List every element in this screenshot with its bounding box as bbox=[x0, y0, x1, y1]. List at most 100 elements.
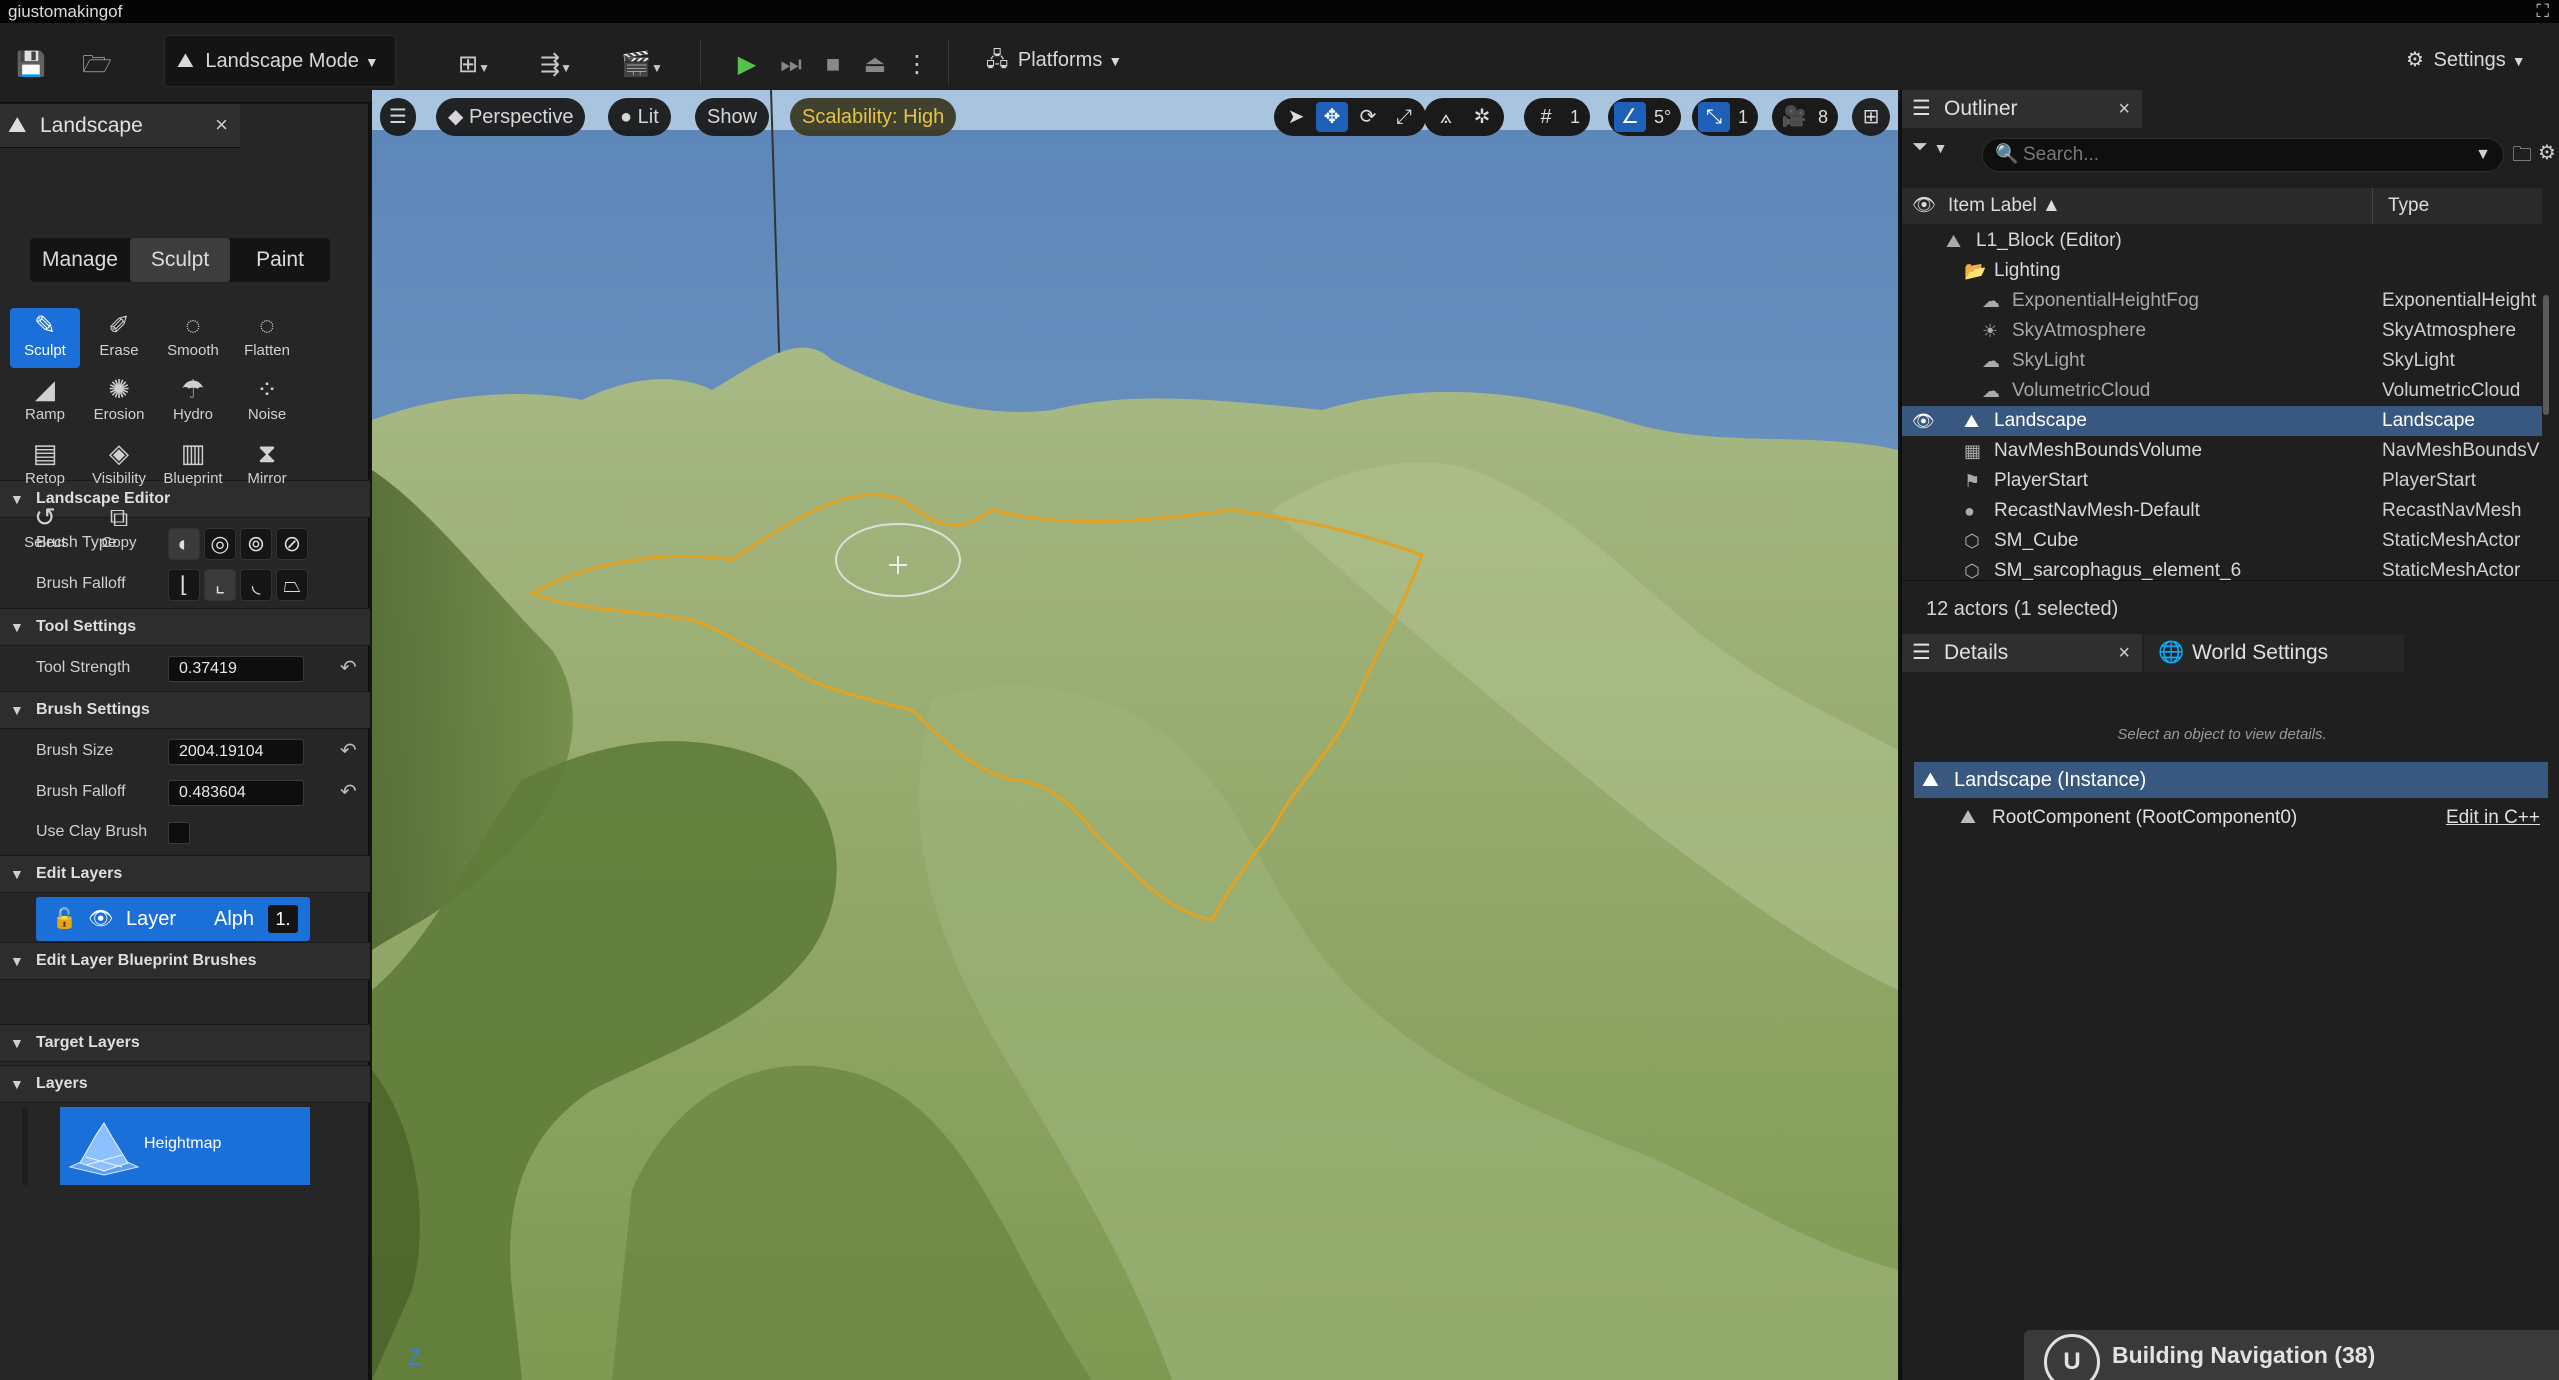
eject-icon[interactable]: ⏏ bbox=[860, 51, 890, 79]
outliner-row[interactable]: ● RecastNavMesh-Default RecastNavMesh bbox=[1902, 496, 2542, 526]
scale-icon[interactable]: ⤢ bbox=[1388, 102, 1420, 132]
falloff-tip-icon[interactable]: ⏢ bbox=[276, 569, 308, 601]
close-icon[interactable]: × bbox=[2118, 90, 2130, 128]
section-edit-layer-blueprint-brushes[interactable]: ▼ Edit Layer Blueprint Brushes bbox=[0, 942, 370, 980]
show-button[interactable]: Show bbox=[695, 98, 770, 136]
tool-select[interactable]: ↺ Select bbox=[10, 500, 80, 560]
cinematics-icon[interactable]: 🎬▼ bbox=[612, 51, 672, 79]
tool-flatten[interactable]: ◌ Flatten bbox=[232, 308, 302, 368]
platforms-button[interactable]: 🖧 Platforms ▼ bbox=[974, 35, 1134, 87]
type-column[interactable]: Type bbox=[2388, 188, 2429, 224]
falloff-spherical-icon[interactable]: ◟ bbox=[240, 569, 272, 601]
outliner-search-input[interactable]: 🔍 Search... ▼ bbox=[1982, 138, 2504, 172]
tool-visibility[interactable]: ◈ Visibility bbox=[84, 436, 154, 496]
brush-falloff-input[interactable]: 0.483604 bbox=[168, 780, 304, 806]
reset-icon[interactable]: ↶ bbox=[340, 731, 357, 771]
world-local-icon[interactable]: ✲ bbox=[1466, 102, 1498, 132]
brush-component-icon[interactable]: ⊘ bbox=[276, 528, 308, 560]
select-arrow-icon[interactable]: ➤ bbox=[1280, 102, 1312, 132]
scale-snap-value[interactable]: 1 bbox=[1734, 98, 1752, 136]
edit-in-cpp-link[interactable]: Edit in C++ bbox=[2446, 800, 2540, 836]
section-layers[interactable]: ▼ Layers bbox=[0, 1065, 370, 1103]
outliner-row[interactable]: ☁ ExponentialHeightFog ExponentialHeight bbox=[1902, 286, 2542, 316]
tab-sculpt[interactable]: Sculpt bbox=[130, 238, 230, 282]
edit-layer-row[interactable]: 🔓 👁 Layer Alph 1. bbox=[36, 897, 310, 941]
perspective-button[interactable]: ◆ Perspective bbox=[436, 98, 586, 136]
tool-retop[interactable]: ▤ Retop bbox=[10, 436, 80, 496]
section-tool-settings[interactable]: ▼ Tool Settings bbox=[0, 608, 370, 646]
brush-pattern-icon[interactable]: ⊚ bbox=[240, 528, 272, 560]
save-icon[interactable]: 💾 bbox=[16, 51, 46, 79]
scalability-badge[interactable]: Scalability: High bbox=[790, 98, 957, 136]
outliner-tab[interactable]: ☰ Outliner × bbox=[1902, 90, 2142, 128]
tab-manage[interactable]: Manage bbox=[30, 238, 130, 282]
scale-snap-icon[interactable]: ⤡ bbox=[1698, 102, 1730, 132]
step-icon[interactable]: ⏭ bbox=[776, 51, 806, 79]
blueprint-icon[interactable]: ⇶▼ bbox=[528, 51, 584, 79]
outliner-row[interactable]: ⬡ SM_sarcophagus_element_6 StaticMeshActor bbox=[1902, 556, 2542, 586]
gear-icon[interactable]: ⚙ bbox=[2538, 140, 2556, 165]
level-viewport[interactable]: Z ☰ ◆ Perspective ● Lit Show Scalability… bbox=[372, 90, 1898, 1380]
tool-copy[interactable]: ⧉ Copy bbox=[84, 500, 154, 560]
move-icon[interactable]: ✥ bbox=[1316, 102, 1348, 132]
outliner-scrollbar[interactable] bbox=[2543, 295, 2549, 415]
outliner-row[interactable]: 👁 ⛰ Landscape Landscape bbox=[1902, 406, 2542, 436]
landscape-instance-row[interactable]: ⛰ Landscape (Instance) bbox=[1914, 762, 2548, 798]
unlock-icon[interactable]: 🔓 bbox=[52, 897, 77, 941]
close-icon[interactable]: × bbox=[215, 112, 228, 138]
outliner-row[interactable]: ⬡ SM_Cube StaticMeshActor bbox=[1902, 526, 2542, 556]
root-component-row[interactable]: ⛰ RootComponent (RootComponent0) Edit in… bbox=[1914, 800, 2548, 836]
grid-snap-icon[interactable]: # bbox=[1530, 102, 1562, 132]
eye-icon[interactable]: 👁 bbox=[1912, 406, 1935, 436]
content-browser-icon[interactable]: 🗁 bbox=[82, 51, 112, 79]
rotate-icon[interactable]: ⟳ bbox=[1352, 102, 1384, 132]
tool-blueprint[interactable]: ▥ Blueprint bbox=[158, 436, 228, 496]
grid-snap-value[interactable]: 1 bbox=[1566, 98, 1584, 136]
use-clay-brush-checkbox[interactable] bbox=[168, 822, 190, 844]
tool-sculpt[interactable]: ✎ Sculpt bbox=[10, 308, 80, 368]
details-tab[interactable]: ☰ Details × bbox=[1902, 634, 2142, 672]
tool-smooth[interactable]: ◌ Smooth bbox=[158, 308, 228, 368]
reset-icon[interactable]: ↶ bbox=[340, 772, 357, 812]
camera-speed-value[interactable]: 8 bbox=[1814, 98, 1832, 136]
outliner-row[interactable]: ▦ NavMeshBoundsVolume NavMeshBoundsV bbox=[1902, 436, 2542, 466]
reset-icon[interactable]: ↶ bbox=[340, 648, 357, 688]
falloff-linear-icon[interactable]: ⌞ bbox=[204, 569, 236, 601]
landscape-tab[interactable]: ⛰ Landscape × bbox=[0, 104, 240, 148]
tool-erase[interactable]: ✐ Erase bbox=[84, 308, 154, 368]
outliner-row[interactable]: ⚑ PlayerStart PlayerStart bbox=[1902, 466, 2542, 496]
outliner-row[interactable]: ☀ SkyAtmosphere SkyAtmosphere bbox=[1902, 316, 2542, 346]
outliner-row[interactable]: 📂 Lighting bbox=[1902, 256, 2542, 286]
filter-icon[interactable]: ⏷ ▼ bbox=[1912, 136, 1947, 159]
tool-noise[interactable]: ⁘ Noise bbox=[232, 372, 302, 432]
outliner-row[interactable]: ⛰ L1_Block (Editor) bbox=[1902, 226, 2542, 256]
tool-ramp[interactable]: ◢ Ramp bbox=[10, 372, 80, 432]
layer-alpha-input[interactable]: 1. bbox=[268, 905, 298, 933]
more-options-icon[interactable]: ⋮ bbox=[902, 51, 932, 79]
play-icon[interactable]: ▶ bbox=[732, 51, 762, 79]
section-edit-layers[interactable]: ▼ Edit Layers bbox=[0, 855, 370, 893]
stop-icon[interactable]: ■ bbox=[818, 51, 848, 79]
outliner-row[interactable]: ☁ SkyLight SkyLight bbox=[1902, 346, 2542, 376]
tab-paint[interactable]: Paint bbox=[230, 238, 330, 282]
tool-hydro[interactable]: ☂ Hydro bbox=[158, 372, 228, 432]
outliner-row[interactable]: ☁ VolumetricCloud VolumetricCloud bbox=[1902, 376, 2542, 406]
section-target-layers[interactable]: ▼ Target Layers bbox=[0, 1024, 370, 1062]
section-brush-settings[interactable]: ▼ Brush Settings bbox=[0, 691, 370, 729]
heightmap-layer-item[interactable]: Heightmap bbox=[60, 1107, 310, 1185]
lit-button[interactable]: ● Lit bbox=[608, 98, 671, 136]
close-icon[interactable]: × bbox=[2118, 634, 2130, 672]
angle-snap-icon[interactable]: ∠ bbox=[1614, 102, 1646, 132]
item-label-column[interactable]: Item Label ▲ bbox=[1948, 188, 2061, 224]
layout-icon[interactable]: ⊞ bbox=[1852, 98, 1890, 136]
settings-button[interactable]: ⚙ Settings ▼ bbox=[2394, 35, 2538, 87]
add-actor-icon[interactable]: ⊞▼ bbox=[446, 51, 502, 79]
viewport-menu-icon[interactable]: ☰ bbox=[380, 98, 416, 136]
maximize-icon[interactable]: ⛶ bbox=[2536, 0, 2549, 23]
add-folder-icon[interactable]: 🗀 bbox=[2512, 140, 2532, 174]
mode-selector-button[interactable]: ⛰ Landscape Mode ▼ bbox=[164, 35, 396, 87]
brush-size-input[interactable]: 2004.19104 bbox=[168, 739, 304, 765]
tool-erosion[interactable]: ✺ Erosion bbox=[84, 372, 154, 432]
camera-icon[interactable]: 🎥 bbox=[1778, 102, 1810, 132]
falloff-smooth-icon[interactable]: ⌊ bbox=[168, 569, 200, 601]
